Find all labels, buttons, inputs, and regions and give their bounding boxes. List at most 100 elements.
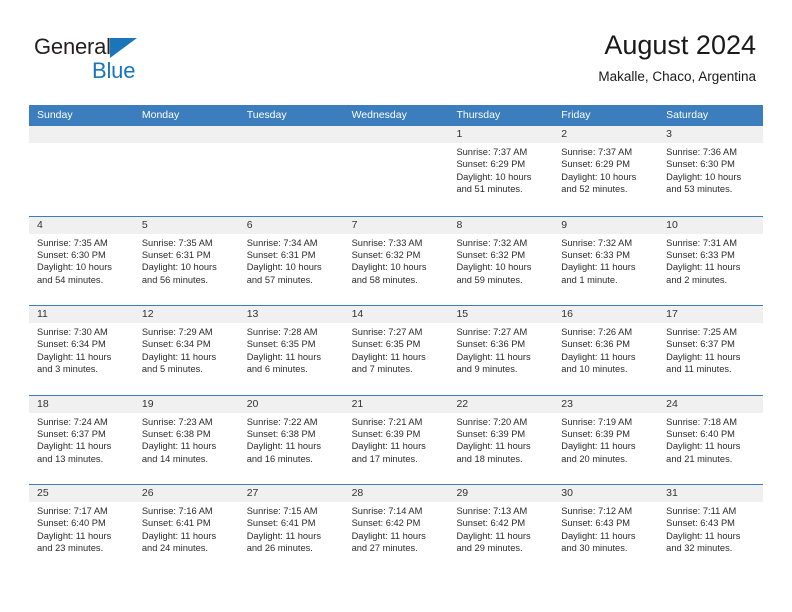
logo-text-general: General bbox=[34, 34, 111, 59]
general-blue-logo: General Blue bbox=[34, 34, 204, 86]
sunrise-text: Sunrise: 7:11 AM bbox=[666, 506, 737, 516]
day-sun-info: Sunrise: 7:16 AM Sunset: 6:41 PM Daylight:… bbox=[134, 502, 239, 555]
day-number: 25 bbox=[29, 485, 134, 502]
day-number: 6 bbox=[238, 216, 344, 234]
calendar-week-row: 18 Sunrise: 7:24 AM Sunset: 6:37 PM Dayligh… bbox=[29, 394, 764, 484]
daylight-text: Daylight: 11 hours and 13 minutes. bbox=[37, 441, 112, 464]
day-sun-info: Sunrise: 7:37 AM Sunset: 6:29 PM Daylight:… bbox=[553, 143, 658, 196]
daylight-text: Daylight: 11 hours and 7 minutes. bbox=[351, 351, 426, 375]
daylight-text: Daylight: 11 hours and 10 minutes. bbox=[561, 351, 636, 375]
day-sun-info: Sunrise: 7:37 AM Sunset: 6:29 PM Daylight:… bbox=[448, 143, 553, 196]
day-sun-info: Sunrise: 7:19 AM Sunset: 6:39 PM Daylight:… bbox=[553, 413, 658, 466]
day-sun-info: Sunrise: 7:22 AM Sunset: 6:38 PM Daylight:… bbox=[239, 413, 344, 466]
day-cell[interactable]: 9 Sunrise: 7:32 AM Sunset: 6:33 PM Daylight… bbox=[553, 216, 659, 305]
sunset-text: Sunset: 6:41 PM bbox=[141, 518, 211, 529]
day-cell-empty bbox=[343, 126, 449, 216]
day-sun-info: Sunrise: 7:12 AM Sunset: 6:43 PM Daylight:… bbox=[553, 502, 658, 555]
daylight-text: Daylight: 11 hours and 21 minutes. bbox=[666, 441, 741, 464]
logo-text-blue: Blue bbox=[92, 58, 136, 83]
day-cell[interactable]: 4 Sunrise: 7:35 AM Sunset: 6:30 PM Daylight… bbox=[29, 216, 134, 305]
day-cell[interactable]: 16 Sunrise: 7:26 AM Sunset: 6:36 PM Dayligh… bbox=[553, 306, 659, 395]
sunset-text: Sunset: 6:42 PM bbox=[351, 518, 421, 529]
day-cell[interactable]: 30 Sunrise: 7:12 AM Sunset: 6:43 PM Dayligh… bbox=[553, 485, 659, 574]
day-number: 28 bbox=[343, 485, 449, 502]
day-cell[interactable]: 8 Sunrise: 7:32 AM Sunset: 6:32 PM Daylight… bbox=[448, 216, 554, 305]
day-sun-info: Sunrise: 7:17 AM Sunset: 6:40 PM Daylight:… bbox=[29, 502, 134, 555]
day-cell[interactable]: 2 Sunrise: 7:37 AM Sunset: 6:29 PM Daylight… bbox=[553, 126, 659, 216]
sunrise-text: Sunrise: 7:37 AM bbox=[456, 147, 528, 157]
sunrise-text: Sunrise: 7:21 AM bbox=[351, 416, 423, 427]
day-cell[interactable]: 11 Sunrise: 7:30 AM Sunset: 6:34 PM Dayligh… bbox=[29, 306, 134, 395]
sunset-text: Sunset: 6:31 PM bbox=[246, 249, 316, 260]
day-number: 20 bbox=[238, 395, 344, 413]
sunrise-text: Sunrise: 7:27 AM bbox=[456, 327, 528, 337]
day-number: 23 bbox=[553, 395, 659, 413]
sunrise-text: Sunrise: 7:24 AM bbox=[37, 416, 108, 427]
day-cell-empty bbox=[133, 126, 239, 216]
daylight-text: Daylight: 11 hours and 23 minutes. bbox=[37, 530, 112, 554]
sunset-text: Sunset: 6:42 PM bbox=[456, 518, 526, 529]
day-cell[interactable]: 6 Sunrise: 7:34 AM Sunset: 6:31 PM Daylight… bbox=[238, 216, 344, 305]
day-cell[interactable]: 31 Sunrise: 7:11 AM Sunset: 6:43 PM Dayligh… bbox=[658, 485, 764, 574]
day-sun-info: Sunrise: 7:27 AM Sunset: 6:36 PM Daylight:… bbox=[448, 323, 553, 376]
calendar-week-row: 11 Sunrise: 7:30 AM Sunset: 6:34 PM Dayligh… bbox=[29, 305, 764, 395]
day-cell[interactable]: 14 Sunrise: 7:27 AM Sunset: 6:35 PM Dayligh… bbox=[343, 306, 449, 395]
sunrise-text: Sunrise: 7:15 AM bbox=[246, 506, 318, 516]
day-cell[interactable]: 1 Sunrise: 7:37 AM Sunset: 6:29 PM Daylight… bbox=[448, 126, 554, 216]
day-cell[interactable]: 24 Sunrise: 7:18 AM Sunset: 6:40 PM Dayligh… bbox=[658, 395, 764, 484]
sunset-text: Sunset: 6:43 PM bbox=[666, 518, 735, 529]
sunset-text: Sunset: 6:41 PM bbox=[246, 518, 316, 529]
day-cell[interactable]: 7 Sunrise: 7:33 AM Sunset: 6:32 PM Daylight… bbox=[343, 216, 449, 305]
day-cell[interactable]: 13 Sunrise: 7:28 AM Sunset: 6:35 PM Dayligh… bbox=[238, 306, 344, 395]
sunset-text: Sunset: 6:33 PM bbox=[666, 249, 735, 260]
location-subtitle: Makalle, Chaco, Argentina bbox=[598, 69, 756, 84]
sunset-text: Sunset: 6:37 PM bbox=[37, 428, 106, 439]
day-cell[interactable]: 22 Sunrise: 7:20 AM Sunset: 6:39 PM Dayligh… bbox=[448, 395, 554, 484]
day-cell[interactable]: 25 Sunrise: 7:17 AM Sunset: 6:40 PM Dayligh… bbox=[29, 485, 134, 574]
daylight-text: Daylight: 10 hours and 51 minutes. bbox=[456, 171, 532, 195]
daylight-text: Daylight: 11 hours and 6 minutes. bbox=[246, 351, 321, 375]
day-sun-info: Sunrise: 7:34 AM Sunset: 6:31 PM Daylight:… bbox=[239, 234, 344, 287]
daylight-text: Daylight: 11 hours and 27 minutes. bbox=[351, 530, 426, 554]
sunset-text: Sunset: 6:40 PM bbox=[666, 428, 735, 439]
day-cell[interactable]: 3 Sunrise: 7:36 AM Sunset: 6:30 PM Daylight… bbox=[658, 126, 764, 216]
day-cell[interactable]: 19 Sunrise: 7:23 AM Sunset: 6:38 PM Dayligh… bbox=[133, 395, 239, 484]
weekday-header-saturday: Saturday bbox=[666, 109, 709, 121]
day-cell[interactable]: 15 Sunrise: 7:27 AM Sunset: 6:36 PM Dayligh… bbox=[448, 306, 554, 395]
day-cell[interactable]: 12 Sunrise: 7:29 AM Sunset: 6:34 PM Dayligh… bbox=[133, 306, 239, 395]
day-cell[interactable]: 10 Sunrise: 7:31 AM Sunset: 6:33 PM Dayligh… bbox=[658, 216, 764, 305]
sunset-text: Sunset: 6:33 PM bbox=[561, 249, 631, 260]
day-number: 18 bbox=[29, 395, 134, 413]
day-cell[interactable]: 29 Sunrise: 7:13 AM Sunset: 6:42 PM Dayligh… bbox=[448, 485, 554, 574]
day-cell[interactable]: 26 Sunrise: 7:16 AM Sunset: 6:41 PM Dayligh… bbox=[133, 485, 239, 574]
daylight-text: Daylight: 11 hours and 30 minutes. bbox=[561, 530, 636, 554]
sunrise-text: Sunrise: 7:35 AM bbox=[37, 237, 108, 248]
logo-triangle-icon bbox=[110, 38, 137, 58]
day-cell[interactable]: 21 Sunrise: 7:21 AM Sunset: 6:39 PM Dayligh… bbox=[343, 395, 449, 484]
day-cell[interactable]: 17 Sunrise: 7:25 AM Sunset: 6:37 PM Dayligh… bbox=[658, 306, 764, 395]
daylight-text: Daylight: 11 hours and 32 minutes. bbox=[666, 530, 741, 554]
sunset-text: Sunset: 6:29 PM bbox=[456, 159, 526, 170]
day-cell[interactable]: 20 Sunrise: 7:22 AM Sunset: 6:38 PM Dayligh… bbox=[238, 395, 344, 484]
sunset-text: Sunset: 6:39 PM bbox=[456, 428, 526, 439]
day-cell[interactable]: 5 Sunrise: 7:35 AM Sunset: 6:31 PM Daylight… bbox=[133, 216, 239, 305]
daylight-text: Daylight: 10 hours and 52 minutes. bbox=[561, 171, 637, 195]
day-number: 19 bbox=[133, 395, 239, 413]
weekday-header-thursday: Thursday bbox=[456, 109, 501, 121]
calendar-week-row: 4 Sunrise: 7:35 AM Sunset: 6:30 PM Daylight… bbox=[29, 215, 764, 305]
weekday-header-tuesday: Tuesday bbox=[246, 109, 287, 121]
day-sun-info: Sunrise: 7:32 AM Sunset: 6:33 PM Daylight:… bbox=[553, 234, 658, 287]
sunset-text: Sunset: 6:31 PM bbox=[141, 249, 211, 260]
day-cell[interactable]: 27 Sunrise: 7:15 AM Sunset: 6:41 PM Dayligh… bbox=[238, 485, 344, 574]
day-cell[interactable]: 28 Sunrise: 7:14 AM Sunset: 6:42 PM Dayligh… bbox=[343, 485, 449, 574]
daylight-text: Daylight: 11 hours and 20 minutes. bbox=[561, 441, 636, 464]
day-cell[interactable]: 18 Sunrise: 7:24 AM Sunset: 6:37 PM Dayligh… bbox=[29, 395, 134, 484]
sunset-text: Sunset: 6:34 PM bbox=[37, 339, 106, 350]
day-cell-empty bbox=[238, 126, 344, 216]
day-sun-info: Sunrise: 7:31 AM Sunset: 6:33 PM Daylight:… bbox=[658, 234, 763, 287]
day-sun-info: Sunrise: 7:15 AM Sunset: 6:41 PM Daylight:… bbox=[239, 502, 344, 555]
day-cell[interactable]: 23 Sunrise: 7:19 AM Sunset: 6:39 PM Dayligh… bbox=[553, 395, 659, 484]
day-number bbox=[29, 126, 134, 143]
sunset-text: Sunset: 6:38 PM bbox=[246, 428, 316, 439]
day-sun-info: Sunrise: 7:35 AM Sunset: 6:31 PM Daylight:… bbox=[134, 234, 239, 287]
